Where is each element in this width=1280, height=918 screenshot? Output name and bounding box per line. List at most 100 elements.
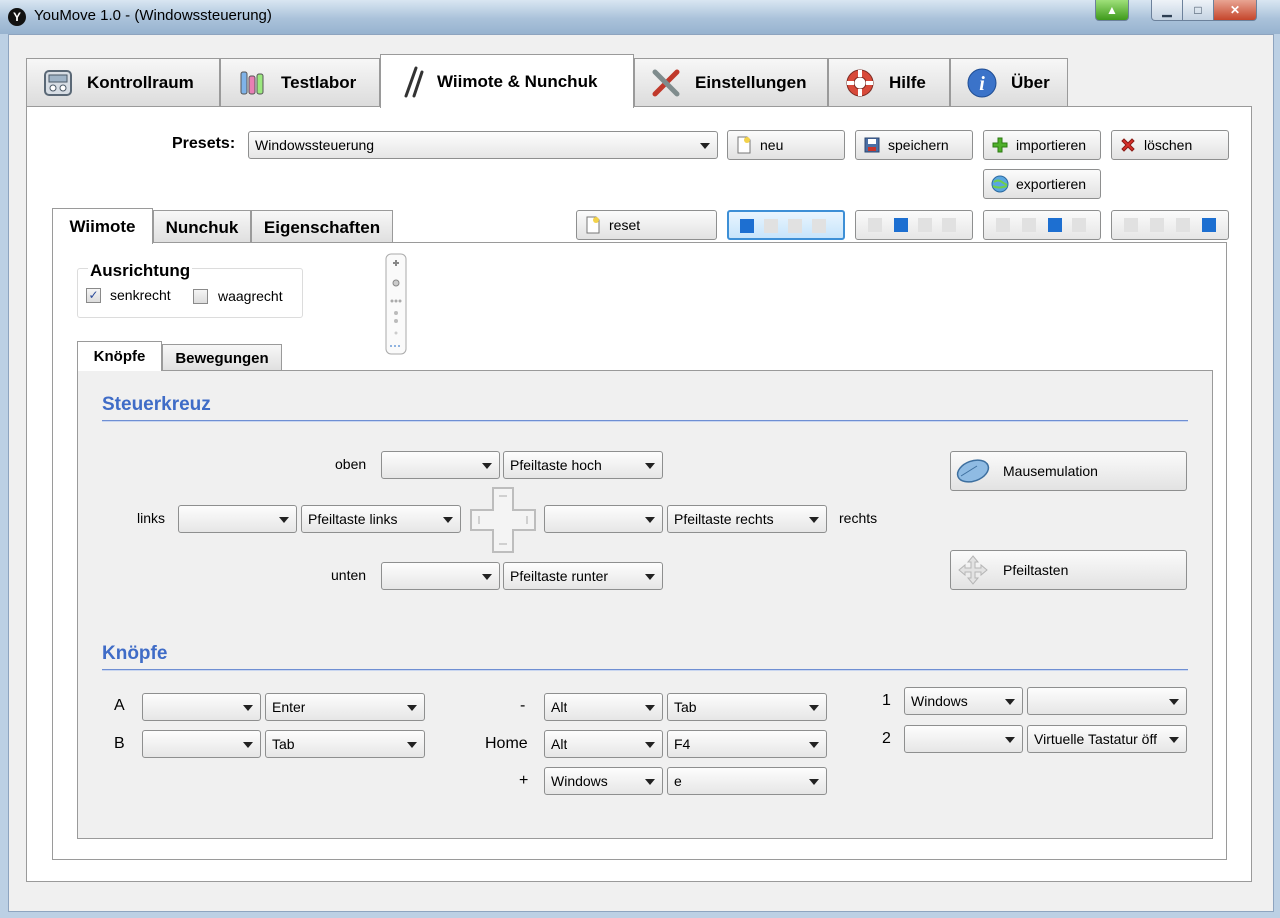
vertical-label: senkrecht bbox=[110, 287, 171, 303]
tab-label: Hilfe bbox=[889, 72, 926, 92]
tab-knoepfe[interactable]: Knöpfe bbox=[77, 341, 162, 371]
tab-einstellungen[interactable]: Einstellungen bbox=[634, 58, 828, 106]
lifebuoy-icon bbox=[843, 66, 877, 100]
vertical-checkbox[interactable]: ✓ bbox=[86, 288, 101, 303]
led-indicator bbox=[1176, 218, 1190, 232]
import-preset-button[interactable]: importieren bbox=[983, 130, 1101, 160]
tray-icon[interactable]: ▲ bbox=[1095, 0, 1129, 21]
button-a-label: A bbox=[114, 697, 125, 714]
tab-bewegungen[interactable]: Bewegungen bbox=[162, 344, 282, 372]
wiimote-preview-image bbox=[383, 253, 409, 355]
tab-label: Über bbox=[1011, 72, 1050, 92]
dpad-left-label: links bbox=[137, 510, 166, 526]
close-icon[interactable]: ✕ bbox=[1213, 0, 1257, 21]
youmove-app-icon[interactable]: Y bbox=[8, 8, 26, 26]
button-a-modifier-dropdown[interactable] bbox=[142, 693, 261, 721]
button-a-key-dropdown[interactable]: Enter bbox=[265, 693, 425, 721]
new-preset-button[interactable]: neu bbox=[727, 130, 845, 160]
tab-eigenschaften[interactable]: Eigenschaften bbox=[251, 210, 393, 244]
maximize-icon[interactable]: □ bbox=[1182, 0, 1214, 21]
button-minus-key-dropdown[interactable]: Tab bbox=[667, 693, 827, 721]
led-indicator bbox=[764, 219, 778, 233]
presets-dropdown[interactable]: Windowssteuerung bbox=[248, 131, 718, 159]
dpad-up-key-dropdown[interactable]: Pfeiltaste hoch bbox=[503, 451, 663, 479]
tab-testlabor[interactable]: Testlabor bbox=[220, 58, 380, 106]
button-minus-modifier-dropdown[interactable]: Alt bbox=[544, 693, 663, 721]
dpad-left-modifier-dropdown[interactable] bbox=[178, 505, 297, 533]
info-icon: i bbox=[965, 66, 999, 100]
plus-icon bbox=[991, 136, 1009, 154]
tab-label: Testlabor bbox=[281, 72, 357, 92]
button-plus-key-dropdown[interactable]: e bbox=[667, 767, 827, 795]
tab-label: Einstellungen bbox=[695, 72, 807, 92]
button-2-label: 2 bbox=[882, 730, 891, 747]
move-arrows-icon bbox=[955, 552, 991, 588]
tab-nunchuk[interactable]: Nunchuk bbox=[153, 210, 251, 244]
button-minus-label: - bbox=[520, 697, 526, 714]
horizontal-label: waagrecht bbox=[218, 288, 283, 304]
dpad-left-key-dropdown[interactable]: Pfeiltaste links bbox=[301, 505, 461, 533]
mouse-emulation-button[interactable]: Mausemulation bbox=[950, 451, 1187, 491]
button-home-key-dropdown[interactable]: F4 bbox=[667, 730, 827, 758]
tab-kontrollraum[interactable]: Kontrollraum bbox=[26, 58, 220, 106]
section-divider bbox=[102, 420, 1188, 422]
player-led-1-button[interactable] bbox=[727, 210, 845, 240]
led-indicator bbox=[1124, 218, 1138, 232]
tab-wiimote[interactable]: Wiimote bbox=[52, 208, 153, 244]
button-1-key-dropdown[interactable] bbox=[1027, 687, 1187, 715]
led-indicator bbox=[1150, 218, 1164, 232]
button-1-modifier-dropdown[interactable]: Windows bbox=[904, 687, 1023, 715]
led-indicator bbox=[868, 218, 882, 232]
dpad-cross-icon bbox=[469, 486, 537, 554]
led-indicator bbox=[788, 219, 802, 233]
section-divider bbox=[102, 669, 1188, 671]
orientation-title: Ausrichtung bbox=[88, 261, 193, 281]
player-led-3-button[interactable] bbox=[983, 210, 1101, 240]
led-indicator bbox=[1022, 218, 1036, 232]
player-led-2-button[interactable] bbox=[855, 210, 973, 240]
tab-label: Kontrollraum bbox=[87, 72, 194, 92]
save-preset-button[interactable]: speichern bbox=[855, 130, 973, 160]
led-indicator bbox=[1072, 218, 1086, 232]
led-indicator bbox=[894, 218, 908, 232]
button-plus-label: + bbox=[519, 772, 529, 789]
buttons-section-title: Knöpfe bbox=[102, 643, 168, 664]
led-indicator bbox=[1048, 218, 1062, 232]
dpad-right-key-dropdown[interactable]: Pfeiltaste rechts bbox=[667, 505, 827, 533]
tab-ueber[interactable]: i Über bbox=[950, 58, 1068, 106]
dpad-down-modifier-dropdown[interactable] bbox=[381, 562, 500, 590]
led-indicator bbox=[918, 218, 932, 232]
svg-text:i: i bbox=[979, 73, 985, 95]
export-preset-button[interactable]: exportieren bbox=[983, 169, 1101, 199]
test-lab-icon bbox=[235, 66, 269, 100]
horizontal-checkbox[interactable] bbox=[193, 289, 208, 304]
button-b-modifier-dropdown[interactable] bbox=[142, 730, 261, 758]
button-b-key-dropdown[interactable]: Tab bbox=[265, 730, 425, 758]
dpad-up-modifier-dropdown[interactable] bbox=[381, 451, 500, 479]
tab-hilfe[interactable]: Hilfe bbox=[828, 58, 950, 106]
delete-x-icon bbox=[1119, 136, 1137, 154]
button-2-key-dropdown[interactable]: Virtuelle Tastatur öff bbox=[1027, 725, 1187, 753]
delete-preset-button[interactable]: löschen bbox=[1111, 130, 1229, 160]
led-indicator bbox=[942, 218, 956, 232]
dpad-down-key-dropdown[interactable]: Pfeiltaste runter bbox=[503, 562, 663, 590]
button-plus-modifier-dropdown[interactable]: Windows bbox=[544, 767, 663, 795]
export-globe-icon bbox=[991, 175, 1009, 193]
led-indicator bbox=[1202, 218, 1216, 232]
dpad-right-modifier-dropdown[interactable] bbox=[544, 505, 663, 533]
dpad-section-title: Steuerkreuz bbox=[102, 394, 211, 415]
tab-wiimote-nunchuk[interactable]: Wiimote & Nunchuk bbox=[380, 54, 634, 108]
new-document-icon bbox=[584, 216, 602, 234]
minimize-icon[interactable]: ▁ bbox=[1151, 0, 1183, 21]
button-b-label: B bbox=[114, 735, 125, 752]
wiimote-icon bbox=[395, 65, 429, 99]
dpad-right-label: rechts bbox=[839, 510, 878, 526]
button-2-modifier-dropdown[interactable] bbox=[904, 725, 1023, 753]
new-document-icon bbox=[735, 136, 753, 154]
reset-button[interactable]: reset bbox=[576, 210, 717, 240]
floppy-disk-icon bbox=[863, 136, 881, 154]
arrow-keys-button[interactable]: Pfeiltasten bbox=[950, 550, 1187, 590]
player-led-4-button[interactable] bbox=[1111, 210, 1229, 240]
button-home-modifier-dropdown[interactable]: Alt bbox=[544, 730, 663, 758]
control-room-icon bbox=[41, 66, 75, 100]
